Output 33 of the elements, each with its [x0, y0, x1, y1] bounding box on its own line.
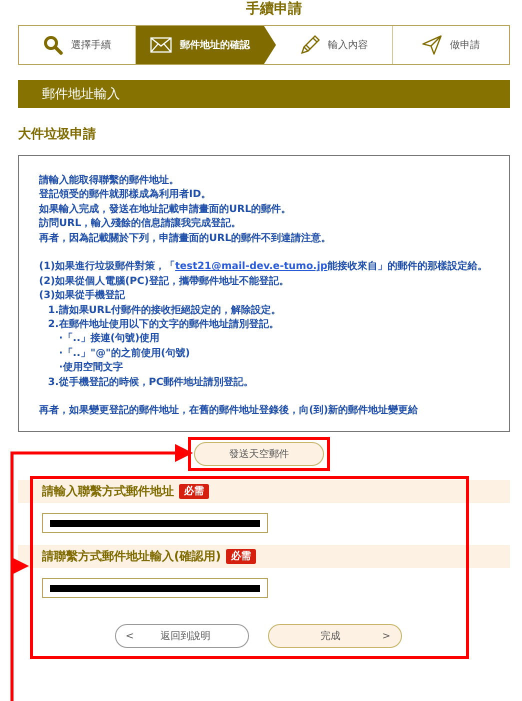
- complete-button[interactable]: 完成 >: [268, 624, 402, 648]
- notice-text: (3)如果從手機登記: [39, 289, 126, 304]
- notice-text: 2.在郵件地址使用以下的文字的郵件地址請別登記。: [48, 318, 279, 332]
- email-field[interactable]: [42, 513, 268, 533]
- email-link[interactable]: test21@mail-dev.e-tumo.jp: [175, 261, 328, 272]
- notice-text: 再者，因為記載關於下列，申請畫面的URL的郵件不到達請注意。: [39, 232, 332, 246]
- notice-text: 1.請如果URL付郵件的接收拒絕設定的，解除設定。: [48, 304, 281, 318]
- mail-icon: [150, 37, 172, 53]
- send-empty-mail-button[interactable]: 發送天空郵件: [194, 442, 324, 466]
- notice-text: 如果輸入完成，發送在地址記載申請畫面的URL的郵件。: [39, 202, 292, 217]
- notice-text: (1)如果進行垃圾郵件對策，「test21@mail-dev.e-tumo.jp能接收來自」的郵件的那樣設定給。: [39, 260, 488, 274]
- field-label: 請聯繫方式郵件地址輸入(確認用): [42, 548, 221, 565]
- notice-text: ·使用空間文字: [59, 361, 123, 376]
- required-badge: 必需: [226, 549, 256, 564]
- field-label: 請輸入聯繫方式郵件地址: [42, 483, 174, 500]
- notice-text: ·「..」接連(句號)使用: [59, 332, 160, 346]
- pencil-icon: [300, 35, 320, 55]
- step-tab[interactable]: 郵件地址的確認: [136, 26, 276, 64]
- page-title: 手續申請: [246, 0, 302, 19]
- notice-text: 登記領受的郵件就那樣成為利用者ID。: [39, 188, 212, 202]
- required-badge: 必需: [179, 484, 209, 499]
- notice-text: 請輸入能取得聯繫的郵件地址。: [39, 174, 179, 188]
- back-button[interactable]: < 返回到說明: [114, 624, 248, 648]
- subheading: 大件垃圾申請: [18, 126, 97, 144]
- notice-text: 3.從手機登記的時候，PC郵件地址請別登記。: [48, 376, 254, 390]
- notice-text: 訪問URL，輸入殘餘的信息請讓我完成登記。: [39, 217, 242, 232]
- search-icon: [43, 35, 63, 55]
- notice-text: (2)如果從個人電腦(PC)登記，攜帶郵件地址不能登記。: [39, 274, 289, 289]
- notice-text: 再者，如果變更登記的郵件地址，在舊的郵件地址登錄後，向(到)新的郵件地址變更給: [39, 404, 418, 418]
- send-icon: [422, 35, 442, 55]
- section-header: 郵件地址輸入: [18, 80, 510, 108]
- notice-text: ·「..」"@"的之前使用(句號): [59, 346, 190, 361]
- email-field[interactable]: [42, 578, 268, 598]
